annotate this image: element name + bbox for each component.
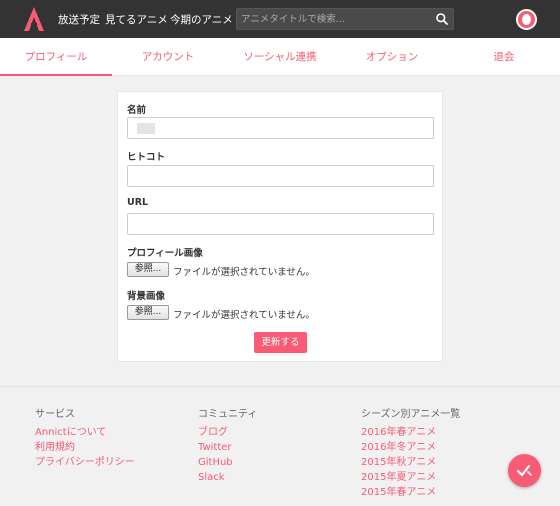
hitokoto-label: ヒトコト [127,152,166,163]
nav-current-season-link[interactable]: 今期のアニメ [170,12,233,27]
nav-watching-link[interactable]: 見てるアニメ [105,12,168,27]
top-navigation-bar: 放送予定 見てるアニメ 今期のアニメ [0,0,560,38]
footer-service-heading: サービス [35,409,75,420]
settings-tabs: プロフィール アカウント ソーシャル連携 オプション 退会 [0,38,560,76]
url-label: URL [127,197,149,208]
footer-link-season[interactable]: 2015年夏アニメ [361,470,460,485]
footer-link-slack[interactable]: Slack [198,470,257,485]
footer-community-heading: コミュニティ [198,409,258,420]
tab-account[interactable]: アカウント [112,38,224,76]
background-image-browse-button[interactable]: 参照... [127,305,169,320]
name-field[interactable] [127,117,434,139]
footer-seasons-heading: シーズン別アニメ一覧 [361,409,461,420]
tab-social[interactable]: ソーシャル連携 [224,38,336,76]
background-image-status: ファイルが選択されていません。 [173,310,315,321]
footer: サービス Annictについて 利用規約 プライバシーポリシー コミュニティ ブ… [0,386,560,506]
search-icon[interactable] [435,12,449,26]
url-input[interactable] [128,214,433,234]
profile-form-card: 名前 ヒトコト URL プロフィール画像 参照... ファイルが選択されていませ… [117,91,443,362]
footer-link-about[interactable]: Annictについて [35,425,135,440]
profile-image-label: プロフィール画像 [127,248,203,259]
annict-logo-icon[interactable] [22,6,46,32]
update-button[interactable]: 更新する [254,332,307,353]
footer-link-season[interactable]: 2016年冬アニメ [361,440,460,455]
record-fab-button[interactable] [508,454,541,487]
name-value-redacted [137,123,155,134]
tab-withdraw[interactable]: 退会 [448,38,560,76]
search-box [236,8,454,30]
tab-options[interactable]: オプション [336,38,448,76]
url-field[interactable] [127,213,434,235]
hitokoto-input[interactable] [128,166,433,186]
footer-link-season[interactable]: 2016年春アニメ [361,425,460,440]
nav-schedule-link[interactable]: 放送予定 [58,12,100,27]
tab-profile[interactable]: プロフィール [0,38,112,76]
footer-link-blog[interactable]: ブログ [198,425,257,440]
check-record-icon [516,464,532,477]
footer-seasons-column: シーズン別アニメ一覧 2016年春アニメ 2016年冬アニメ 2015年秋アニメ… [361,405,460,500]
background-image-label: 背景画像 [127,291,166,302]
footer-link-season[interactable]: 2015年春アニメ [361,485,460,500]
footer-service-column: サービス Annictについて 利用規約 プライバシーポリシー [35,405,135,470]
footer-link-terms[interactable]: 利用規約 [35,440,135,455]
profile-image-status: ファイルが選択されていません。 [173,267,315,278]
footer-community-column: コミュニティ ブログ Twitter GitHub Slack [198,405,257,485]
search-input[interactable] [241,11,426,27]
user-avatar[interactable] [516,9,537,30]
footer-link-twitter[interactable]: Twitter [198,440,257,455]
footer-link-privacy[interactable]: プライバシーポリシー [35,455,135,470]
name-label: 名前 [127,105,147,116]
footer-link-season[interactable]: 2015年秋アニメ [361,455,460,470]
profile-image-browse-button[interactable]: 参照... [127,262,169,277]
footer-link-github[interactable]: GitHub [198,455,257,470]
hitokoto-field[interactable] [127,165,434,187]
